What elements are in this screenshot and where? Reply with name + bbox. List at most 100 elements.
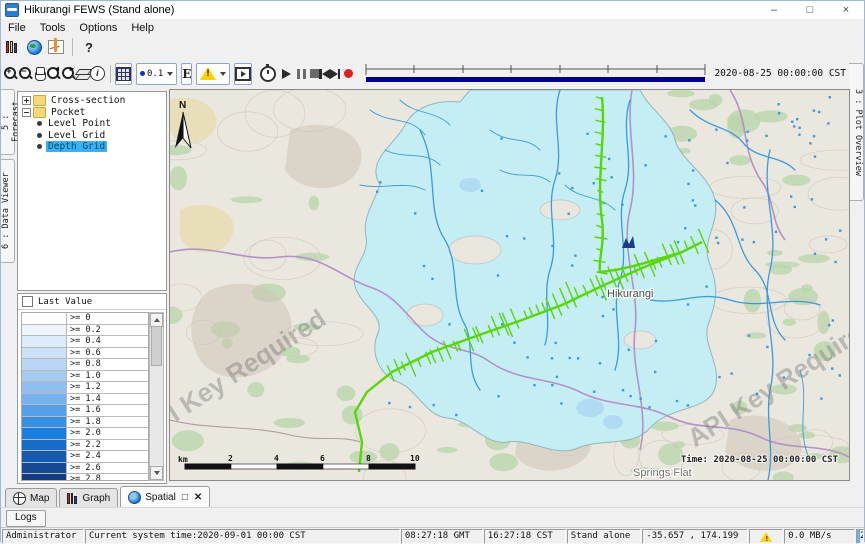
last-value-checkbox[interactable] (22, 296, 33, 307)
time-slider-bar (366, 77, 705, 82)
level-point-dot (687, 404, 689, 406)
depth-patch (603, 415, 623, 429)
scroll-down-button[interactable] (150, 466, 163, 480)
step-back-button[interactable] (319, 64, 330, 84)
database-button[interactable] (1, 37, 23, 57)
tab-close-icon[interactable]: ✕ (194, 492, 202, 503)
minimize-button[interactable]: – (756, 1, 792, 19)
info-button[interactable]: i (90, 64, 105, 84)
legend-row[interactable]: >= 1.2 (22, 382, 148, 394)
grid-display-button[interactable] (115, 63, 132, 85)
forest-patch (782, 175, 810, 186)
stop-button[interactable] (310, 64, 319, 84)
step-forward-icon (330, 69, 341, 79)
legend-panel: Last Value >= 0>= 0.2>= 0.4>= 0.6>= 0.8>… (17, 293, 167, 484)
legend-row[interactable]: >= 2.2 (22, 440, 148, 452)
level-point-dot (379, 181, 381, 183)
menu-file[interactable]: File (1, 22, 33, 34)
threshold-dot-icon (140, 71, 145, 76)
legend-scrollbar[interactable] (149, 312, 164, 481)
level-point-dot (794, 206, 796, 208)
legend-row[interactable]: >= 1.6 (22, 405, 148, 417)
legend-row[interactable]: >= 1.8 (22, 417, 148, 429)
legend-row[interactable]: >= 0.6 (22, 348, 148, 360)
level-point-dot (831, 367, 833, 369)
logs-button[interactable]: Logs (6, 510, 46, 527)
legend-label: >= 1.8 (67, 417, 148, 428)
legend-row[interactable]: >= 2.8 (22, 474, 148, 481)
scrollbar-thumb[interactable] (151, 326, 162, 366)
close-button[interactable]: × (828, 1, 864, 19)
toolbar-datetime: 2020-08-25 00:00:00 CST (714, 68, 846, 79)
tree-item-level-grid[interactable]: Level Grid (22, 130, 166, 142)
forest-patch (689, 99, 718, 110)
legend-row[interactable]: >= 0.8 (22, 359, 148, 371)
filter-tree-panel: Cross-section Pocket Level Point (17, 91, 167, 291)
pause-button[interactable] (297, 64, 306, 84)
profile-display-button[interactable] (45, 37, 67, 57)
tree-item-depth-grid[interactable]: Depth Grid (22, 141, 166, 153)
movie-play-icon (235, 67, 251, 81)
tab-data-viewer[interactable]: 6 : Data Viewer (1, 159, 15, 263)
tab-forecast[interactable]: 5 : Forecast (1, 89, 15, 155)
legend-label: >= 1.0 (67, 371, 148, 382)
level-point-dot (813, 109, 815, 111)
tree-item-cross-section[interactable]: Cross-section (22, 95, 166, 107)
movie-player-button[interactable] (234, 63, 252, 85)
tab-spatial[interactable]: Spatial □ ✕ (120, 486, 210, 507)
step-forward-button[interactable] (330, 64, 341, 84)
legend-row[interactable]: >= 1.0 (22, 371, 148, 383)
tree-item-label: Level Grid (46, 130, 107, 141)
zoom-in-button[interactable]: + (3, 64, 18, 84)
menu-options[interactable]: Options (72, 22, 124, 34)
tree-item-level-point[interactable]: Level Point (22, 118, 166, 130)
tab-map[interactable]: Map (5, 488, 57, 507)
scroll-up-button[interactable] (150, 313, 163, 327)
level-point-dot (593, 391, 595, 393)
level-point-dot (376, 190, 378, 192)
collapse-icon[interactable] (22, 108, 31, 117)
legend-row[interactable]: >= 2.0 (22, 428, 148, 440)
map-canvas[interactable]: API Key Required API Key Required Hikura… (170, 90, 849, 480)
level-point-dot (431, 278, 433, 280)
menu-tools[interactable]: Tools (33, 22, 73, 34)
forest-patch (437, 447, 458, 453)
time-slider[interactable] (363, 62, 708, 86)
legend-row[interactable]: >= 0 (22, 313, 148, 325)
legend-row[interactable]: >= 2.6 (22, 463, 148, 475)
legend-swatch (22, 451, 67, 462)
info-icon: i (90, 66, 105, 81)
longitudinal-profile-button[interactable]: E (181, 63, 192, 85)
tree-item-pocket[interactable]: Pocket (22, 107, 166, 119)
map-viewport[interactable]: API Key Required API Key Required Hikura… (169, 89, 850, 481)
tab-plot-overview[interactable]: 3 : Plot Overview (849, 63, 864, 201)
legend-row[interactable]: >= 0.2 (22, 325, 148, 337)
menu-bar: File Tools Options Help (1, 19, 864, 37)
play-button[interactable] (282, 64, 291, 84)
scale-tick: 8 (366, 454, 371, 463)
legend-row[interactable]: >= 1.4 (22, 394, 148, 406)
help-button[interactable]: ? (78, 37, 100, 57)
zoom-previous-button[interactable]: ◂ (46, 64, 61, 84)
depth-patch (459, 178, 481, 192)
zoom-out-button[interactable]: − (18, 64, 33, 84)
expand-icon[interactable] (22, 96, 31, 105)
map-display-button[interactable] (23, 37, 45, 57)
legend-row[interactable]: >= 2.4 (22, 451, 148, 463)
menu-help[interactable]: Help (124, 22, 161, 34)
record-button[interactable] (344, 64, 353, 84)
legend-row[interactable]: >= 0.4 (22, 336, 148, 348)
animation-timer-button[interactable] (260, 64, 276, 84)
island-patch (449, 236, 501, 264)
tab-maximize-icon[interactable]: □ (182, 492, 188, 503)
maximize-button[interactable]: □ (792, 1, 828, 19)
tab-graph[interactable]: Graph (59, 488, 118, 507)
layers-button[interactable] (76, 64, 90, 84)
pan-button[interactable] (33, 64, 46, 84)
tree-item-label: Depth Grid (46, 141, 107, 152)
legend-label: >= 0.4 (67, 336, 148, 347)
warning-dropdown[interactable] (196, 63, 230, 85)
legend-label: >= 2.0 (67, 428, 148, 439)
threshold-dropdown[interactable]: 0.1 (136, 63, 177, 85)
zoom-next-button[interactable]: ▸ (61, 64, 76, 84)
